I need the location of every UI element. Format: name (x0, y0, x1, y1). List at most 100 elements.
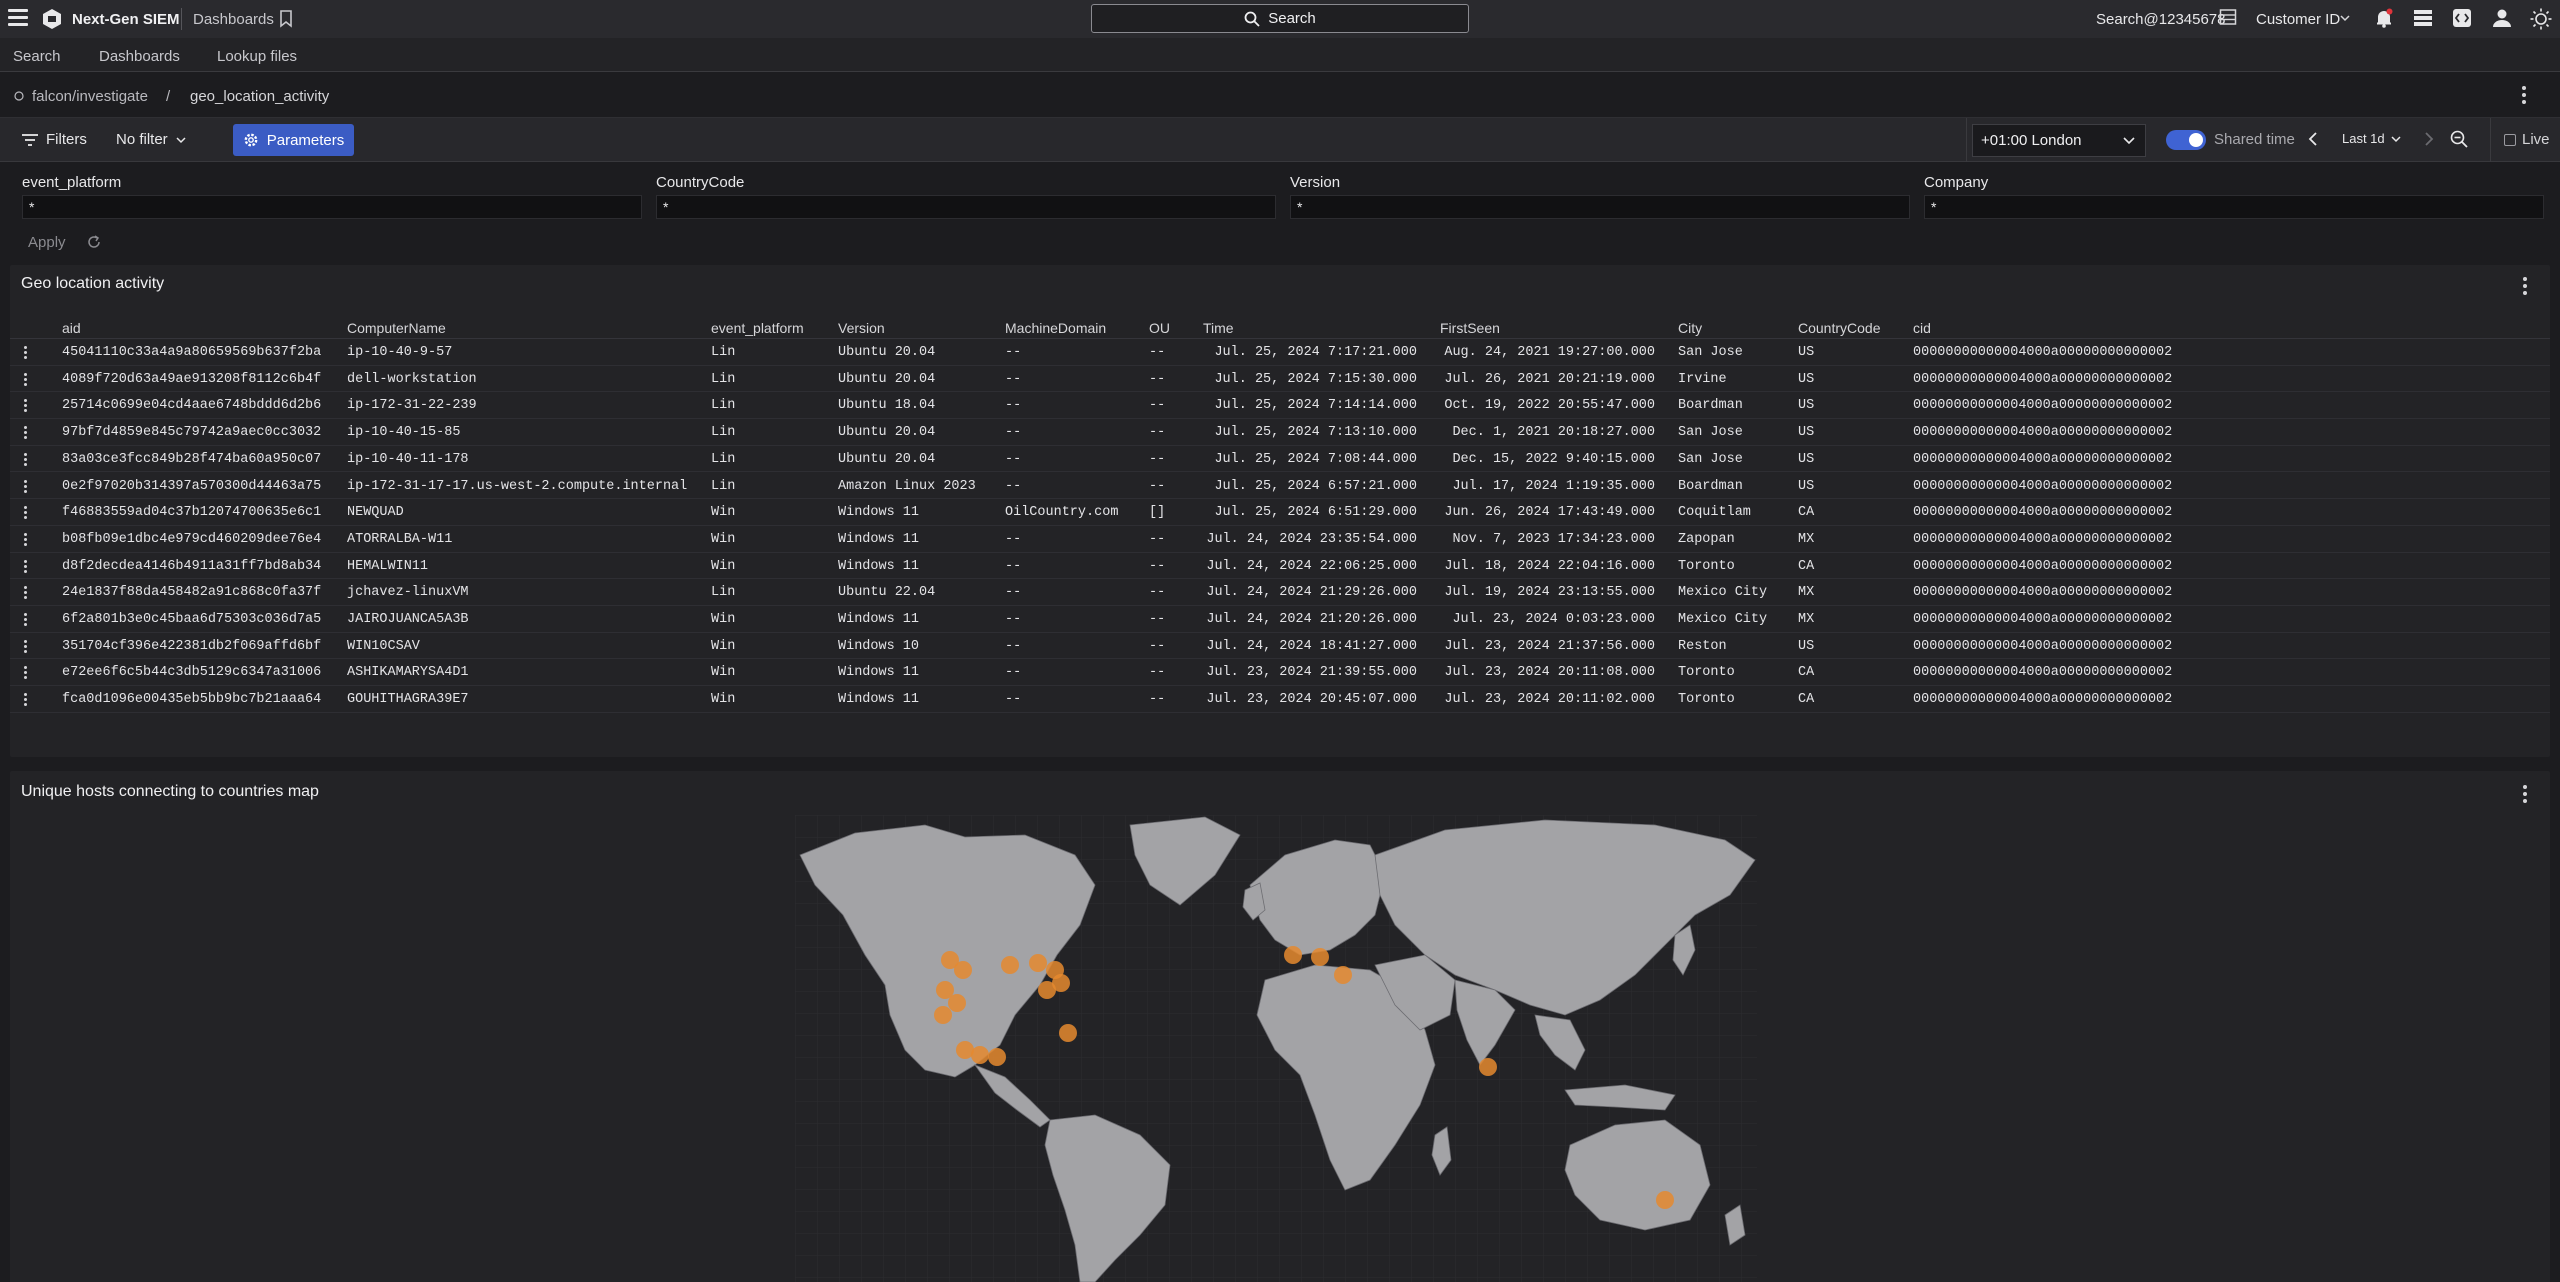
host-marker[interactable] (1656, 1191, 1674, 1209)
world-map[interactable] (795, 815, 1757, 1282)
row-menu-icon[interactable] (24, 346, 27, 359)
bell-icon[interactable] (2374, 8, 2394, 28)
reset-icon[interactable] (86, 235, 102, 249)
table-cell: 45041110c33a4a9a80659569b637f2ba (62, 345, 322, 360)
host-marker[interactable] (934, 1006, 952, 1024)
row-menu-icon[interactable] (24, 586, 27, 600)
table-row[interactable]: 6f2a801b3e0c45baa6d75303c036d7a5 JAIROJUA… (10, 606, 2550, 633)
panel-menu-icon[interactable] (2523, 277, 2527, 295)
column-header[interactable]: CountryCode (1798, 320, 1881, 336)
host-marker[interactable] (948, 994, 966, 1012)
apply-button[interactable]: Apply (28, 234, 66, 251)
row-menu-icon[interactable] (24, 506, 27, 520)
breadcrumb-repo[interactable]: falcon/investigate (32, 88, 148, 105)
host-marker[interactable] (988, 1048, 1006, 1066)
page-menu-icon[interactable] (2522, 86, 2526, 104)
column-header[interactable]: City (1678, 320, 1702, 336)
table-cell: Lin (711, 425, 736, 441)
table-cell: 00000000000004000a00000000000002 (1913, 558, 2173, 574)
table-row[interactable]: fca0d1096e00435eb5bb9bc7b21aaa64 GOUHITHA… (10, 686, 2550, 713)
row-menu-icon[interactable] (24, 559, 27, 573)
checkbox-box[interactable] (2504, 133, 2516, 146)
row-menu-icon[interactable] (24, 399, 27, 413)
row-menu-icon[interactable] (24, 639, 27, 653)
host-marker[interactable] (1334, 966, 1352, 984)
host-marker[interactable] (971, 1046, 989, 1064)
table-row[interactable]: 97bf7d4859e845c79742a9aec0cc3032 ip-10-40… (10, 419, 2550, 446)
time-range-select[interactable]: Last 1d (2342, 131, 2401, 146)
row-menu-icon[interactable] (24, 372, 27, 386)
table-cell: -- (1005, 398, 1022, 414)
table-row[interactable]: 25714c0699e04cd4aae6748bddd6d2b6 ip-172-3… (10, 392, 2550, 420)
table-row[interactable]: f46883559ad04c37b12074700635e6c1 NEWQUAD W… (10, 499, 2550, 526)
table-cell: 6f2a801b3e0c45baa6d75303c036d7a5 (62, 612, 322, 627)
customer-id-dropdown[interactable]: Customer ID (2256, 11, 2340, 28)
chevron-down-icon[interactable] (2340, 14, 2350, 22)
row-menu-icon[interactable] (24, 693, 27, 707)
table-row[interactable]: d8f2decdea4146b4911a31ff7bd8ab34 HEMALWIN… (10, 553, 2550, 580)
table-row[interactable]: 0e2f97020b314397a570300d44463a75 ip-172-3… (10, 473, 2550, 500)
table-cell: Ubuntu 20.04 (838, 345, 936, 360)
filter-select[interactable]: No filter (116, 131, 186, 148)
row-menu-icon[interactable] (24, 452, 27, 466)
nav-lookup-files[interactable]: Lookup files (217, 48, 297, 65)
panel-menu-icon[interactable] (2523, 785, 2527, 803)
row-menu-icon[interactable] (24, 613, 27, 626)
column-header[interactable]: MachineDomain (1005, 320, 1106, 336)
table-row[interactable]: b08fb09e1dbc4e979cd460209dee76e4 ATORRALB… (10, 526, 2550, 553)
table-row[interactable]: 24e1837f88da458482a91c868c0fa37f jchavez-… (10, 579, 2550, 606)
nav-dashboards[interactable]: Dashboards (99, 48, 180, 65)
column-header[interactable]: Time (1203, 320, 1234, 336)
global-search-button[interactable]: Search (1091, 4, 1469, 33)
bookmark-icon[interactable] (279, 10, 293, 28)
table-row[interactable]: e72ee6f6c5b44c3db5129c6347a31006 ASHIKAMA… (10, 659, 2550, 687)
param-input-version[interactable]: * (1290, 195, 1910, 219)
menu-icon[interactable] (8, 9, 28, 27)
table-cell: US (1798, 371, 1815, 387)
shared-time-toggle[interactable] (2166, 130, 2206, 150)
world-map-svg[interactable] (795, 815, 1757, 1282)
nav-search[interactable]: Search (13, 48, 61, 65)
sun-icon[interactable] (2530, 8, 2552, 30)
host-marker[interactable] (1029, 954, 1047, 972)
row-menu-icon[interactable] (24, 426, 27, 440)
column-header[interactable]: FirstSeen (1440, 320, 1500, 336)
row-menu-icon[interactable] (24, 479, 27, 493)
column-header[interactable]: aid (62, 320, 81, 336)
param-input-country-code[interactable]: * (656, 195, 1276, 219)
host-marker[interactable] (1284, 946, 1302, 964)
chevron-right-icon[interactable] (2424, 132, 2434, 146)
user-account-label[interactable]: Search@12345678 (2096, 11, 2226, 28)
timezone-select[interactable]: +01:00 London (1972, 124, 2146, 157)
live-checkbox[interactable]: Live (2504, 131, 2550, 148)
host-marker[interactable] (1479, 1058, 1497, 1076)
param-input-event-platform[interactable]: * (22, 195, 642, 219)
table-icon[interactable] (2219, 8, 2237, 26)
row-menu-icon[interactable] (24, 532, 27, 546)
row-menu-icon[interactable] (24, 666, 27, 680)
host-marker[interactable] (1311, 948, 1329, 966)
filters-button[interactable]: Filters (22, 131, 87, 148)
dashboards-link[interactable]: Dashboards (193, 11, 274, 28)
table-cell: MX (1798, 585, 1815, 601)
zoom-out-icon[interactable] (2450, 130, 2468, 148)
code-icon[interactable] (2452, 8, 2472, 28)
host-marker[interactable] (1038, 981, 1056, 999)
table-row[interactable]: 45041110c33a4a9a80659569b637f2ba ip-10-40… (10, 339, 2550, 366)
table-row[interactable]: 4089f720d63a49ae913208f8112c6b4f dell-wor… (10, 366, 2550, 393)
list-icon[interactable] (2413, 8, 2433, 28)
table-row[interactable]: 83a03ce3fcc849b28f474ba60a950c07 ip-10-40… (10, 446, 2550, 473)
host-marker[interactable] (1001, 956, 1019, 974)
host-marker[interactable] (954, 961, 972, 979)
parameters-button[interactable]: Parameters (233, 124, 354, 156)
column-header[interactable]: ComputerName (347, 320, 446, 336)
column-header[interactable]: event_platform (711, 320, 804, 336)
table-row[interactable]: 351704cf396e422381db2f069affd6bf WIN10CSA… (10, 633, 2550, 660)
user-icon[interactable] (2492, 8, 2512, 28)
param-input-company[interactable]: * (1924, 195, 2544, 219)
column-header[interactable]: OU (1149, 320, 1170, 336)
host-marker[interactable] (1059, 1024, 1077, 1042)
column-header[interactable]: Version (838, 320, 885, 336)
column-header[interactable]: cid (1913, 320, 1931, 336)
chevron-left-icon[interactable] (2308, 132, 2318, 146)
